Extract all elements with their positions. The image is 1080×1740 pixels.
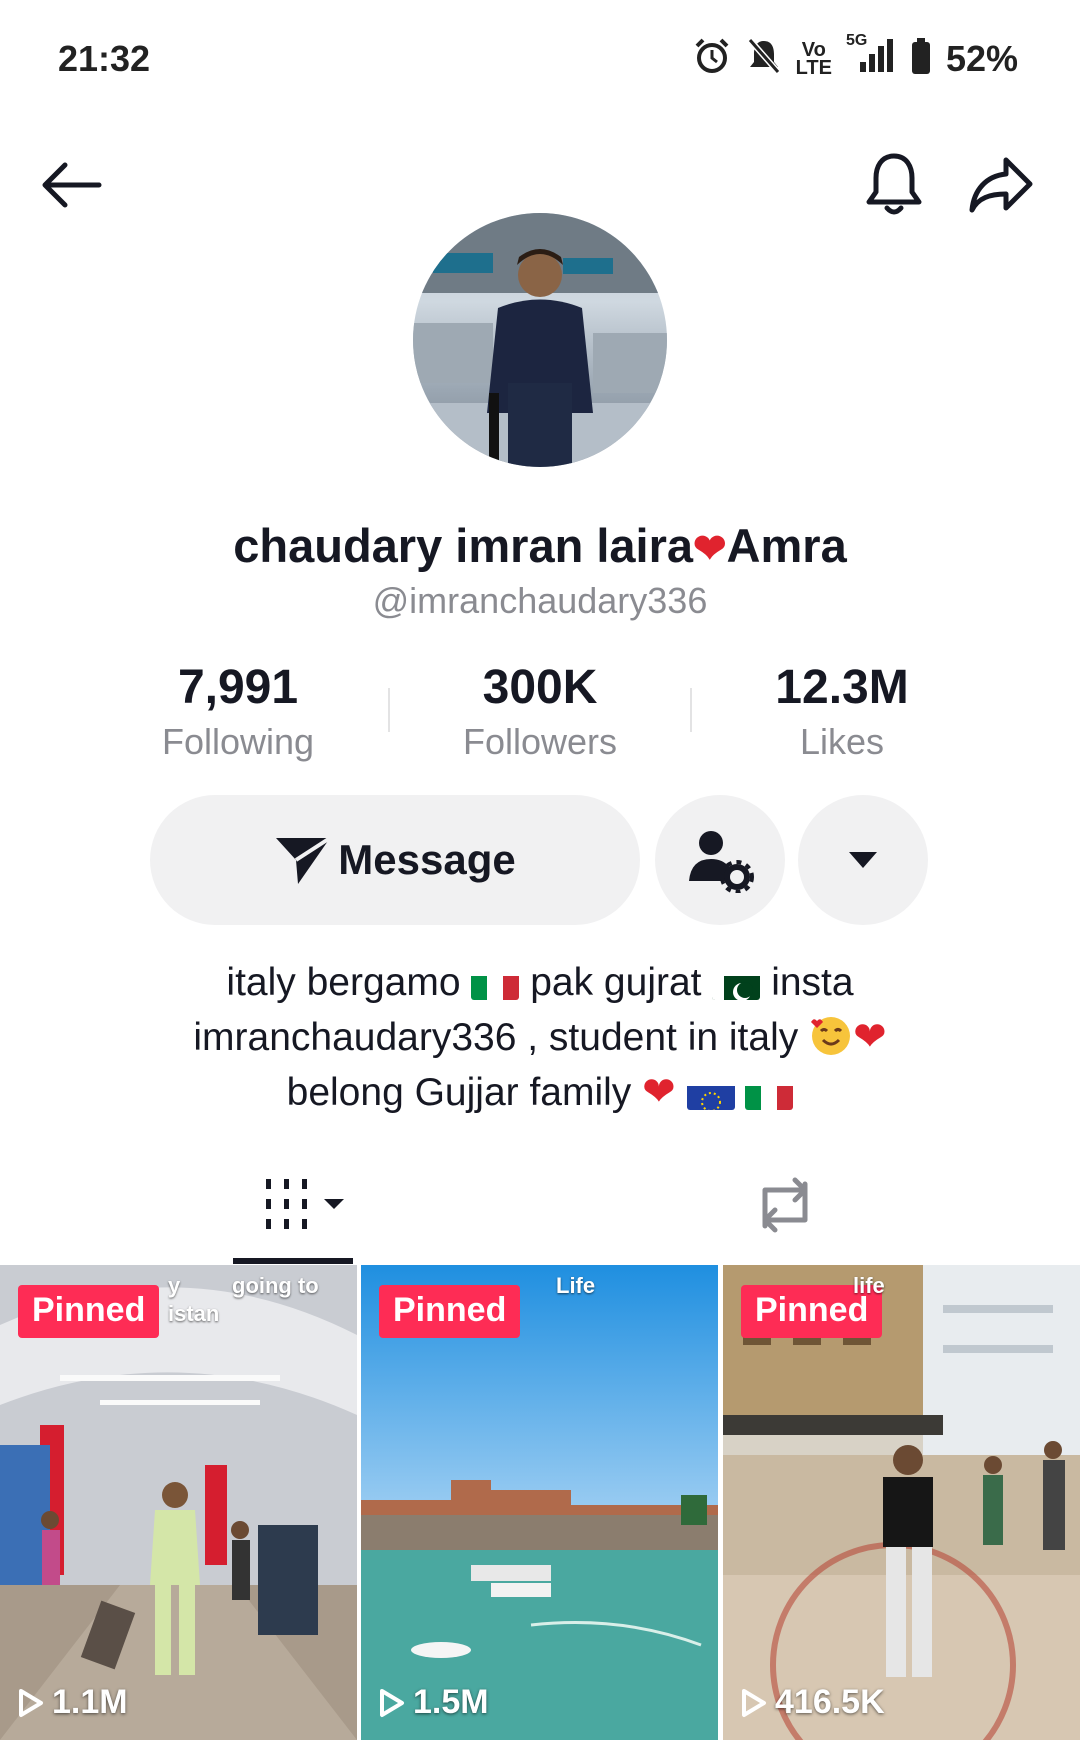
pinned-badge: Pinned — [18, 1285, 160, 1338]
bio-line-3: belong Gujjar family ❤ — [80, 1065, 1000, 1120]
tab-active-indicator — [233, 1258, 353, 1264]
user-settings-icon — [689, 831, 754, 893]
italy-flag-icon — [745, 1078, 794, 1110]
video-tile[interactable]: Pinned life 416.5K — [723, 1265, 1080, 1740]
display-name-part1: chaudary imran laira — [233, 519, 694, 572]
user-settings-button[interactable] — [655, 795, 785, 925]
avatar-photo — [413, 213, 667, 467]
bio-text: insta — [771, 961, 854, 1004]
repost-icon — [762, 1177, 808, 1233]
view-count-value: 416.5K — [775, 1683, 885, 1721]
play-icon — [19, 1688, 43, 1717]
volte-top: Vo — [801, 38, 826, 61]
video-caption: life — [853, 1273, 885, 1298]
smiling-hearts-emoji-icon — [809, 1016, 853, 1059]
caret-down-icon — [849, 852, 877, 868]
stat-followers-label: Followers — [462, 721, 618, 762]
pinned-badge: Pinned — [379, 1285, 521, 1338]
view-count: 416.5K — [741, 1683, 885, 1722]
share-icon — [969, 157, 1033, 213]
signal-icon: 5G — [846, 32, 896, 81]
video-grid: Pinned y going to istan 1.1M Pinned Life… — [0, 1265, 1080, 1740]
mute-bell-icon — [746, 36, 782, 81]
username-handle: @imranchaudary336 — [372, 580, 708, 621]
video-tile[interactable]: Pinned Life 1.5M — [361, 1265, 718, 1740]
avatar[interactable] — [413, 213, 667, 467]
video-caption-top: y — [168, 1273, 181, 1298]
display-name-part2: Amra — [726, 519, 847, 572]
pakistan-flag-icon — [712, 968, 761, 1000]
view-count-value: 1.1M — [52, 1683, 128, 1721]
grid-videos-icon — [266, 1179, 344, 1229]
message-label: Message — [338, 836, 516, 883]
battery-icon — [910, 36, 932, 81]
bio-text: imranchaudary336 , student in italy — [193, 1016, 799, 1059]
send-icon — [276, 836, 332, 884]
notification-button[interactable] — [854, 145, 934, 225]
stat-likes-value: 12.3M — [775, 661, 909, 714]
back-button[interactable] — [30, 145, 110, 225]
more-options-button[interactable] — [798, 795, 928, 925]
bio: italy bergamo pak gujrat insta imranchau… — [80, 955, 1000, 1120]
video-caption-bottom: istan — [168, 1301, 220, 1326]
bio-text: italy bergamo — [226, 961, 461, 1004]
view-count: 1.1M — [18, 1683, 128, 1722]
bell-icon — [866, 153, 922, 215]
stat-divider — [690, 688, 692, 732]
play-icon — [742, 1688, 766, 1717]
red-heart-icon: ❤ — [642, 1070, 676, 1114]
status-icons: Vo LTE 5G 52% — [692, 32, 1018, 81]
stat-followers-value: 300K — [482, 661, 598, 714]
bio-line-2: imranchaudary336 , student in italy ❤ — [80, 1010, 1000, 1065]
bio-line-1: italy bergamo pak gujrat insta — [80, 955, 1000, 1010]
share-button[interactable] — [961, 145, 1041, 225]
play-icon — [380, 1688, 404, 1717]
bio-text: belong Gujjar family — [286, 1071, 632, 1114]
volte-icon: Vo LTE — [795, 38, 832, 79]
stat-following-label: Following — [161, 721, 315, 762]
italy-flag-icon — [471, 968, 520, 1000]
tab-videos[interactable] — [255, 1170, 355, 1240]
view-count-value: 1.5M — [413, 1683, 489, 1721]
alarm-icon — [692, 36, 732, 81]
stat-likes-label: Likes — [799, 721, 885, 762]
bio-text: pak gujrat — [530, 961, 702, 1004]
network-type: 5G — [845, 32, 868, 49]
stat-following[interactable]: 7,991 Following — [108, 660, 368, 763]
stat-following-value: 7,991 — [177, 661, 299, 714]
stat-likes[interactable]: 12.3M Likes — [712, 660, 972, 763]
battery-percent: 52% — [945, 37, 1018, 79]
display-name: chaudary imran laira❤Amra — [0, 518, 1080, 573]
red-heart-icon: ❤ — [853, 1015, 887, 1059]
volte-bottom: LTE — [795, 56, 832, 79]
video-tile[interactable]: Pinned y going to istan 1.1M — [0, 1265, 357, 1740]
stat-divider — [388, 688, 390, 732]
video-caption: Life — [556, 1273, 596, 1298]
tab-reposts[interactable] — [745, 1170, 825, 1240]
message-button[interactable]: Message — [150, 795, 640, 925]
stat-followers[interactable]: 300K Followers — [410, 660, 670, 763]
back-arrow-icon — [42, 162, 102, 208]
eu-flag-icon — [686, 1078, 735, 1110]
video-caption: going to — [232, 1273, 319, 1298]
view-count: 1.5M — [379, 1683, 489, 1722]
status-time: 21:32 — [58, 38, 151, 79]
red-heart-icon: ❤ — [693, 527, 727, 571]
status-bar: 21:32 Vo LTE 5G 52% — [0, 0, 1080, 120]
